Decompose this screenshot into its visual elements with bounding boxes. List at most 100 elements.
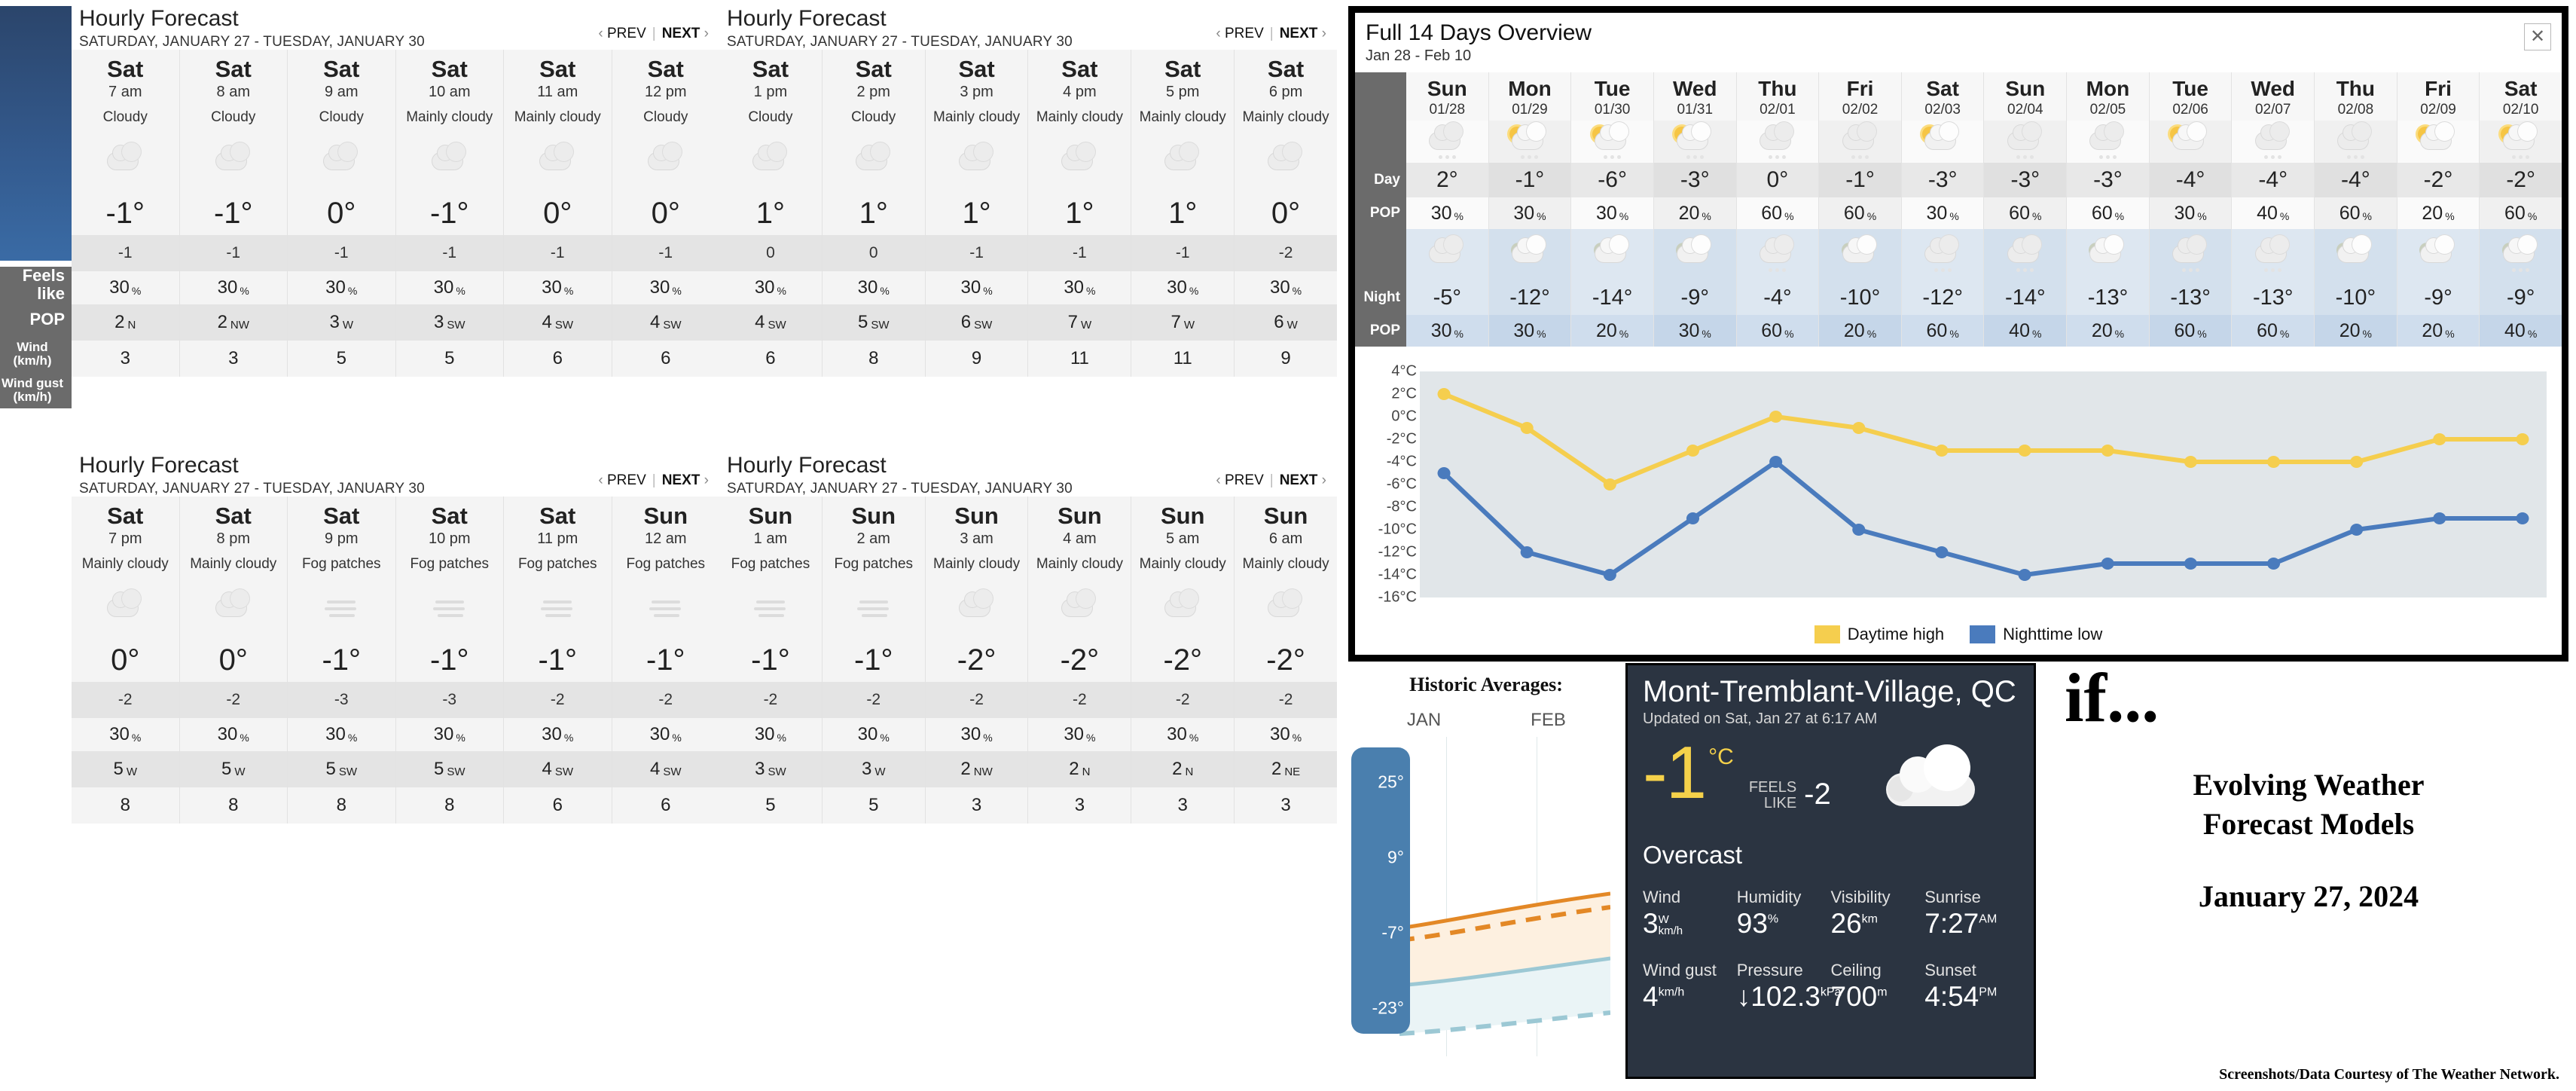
cloudy-snow-icon	[2087, 122, 2128, 159]
temperature-value: 0°	[504, 191, 612, 235]
hourly-column[interactable]: Sat 3 pm Mainly cloudy 1° -1 30% 6 SW 9	[924, 50, 1028, 377]
hourly-column[interactable]: Sat 12 pm Cloudy 0° -1 30% 4 SW 6	[611, 50, 719, 377]
next-button[interactable]: NEXT ›	[1280, 472, 1326, 488]
overview-day-column[interactable]: Wed 02/07 -4° 40% -13° 60%	[2231, 72, 2315, 347]
feels-like-value: -2	[822, 682, 925, 718]
condition-icon-cell	[925, 579, 1028, 638]
hourly-column[interactable]: Sat 6 pm Mainly cloudy 0° -2 30% 6 W 9	[1234, 50, 1337, 377]
hourly-column[interactable]: Sun 12 am Fog patches -1° -2 30% 4 SW 6	[611, 497, 719, 824]
temperature-value: 1°	[822, 191, 925, 235]
wind-value: 4 SW	[504, 751, 612, 787]
hourly-panel-nav: ‹ PREV | NEXT ›	[598, 472, 709, 488]
overview-day-column[interactable]: Mon 01/29 -1° 30% -12° 30%	[1488, 72, 1571, 347]
hour-label: 2 pm	[856, 84, 890, 100]
overview-day-date: 02/09	[2420, 102, 2456, 118]
hourly-row-labels-top: Feels like POP Wind (km/h) Wind gust (km/h)	[0, 267, 72, 408]
next-button[interactable]: NEXT ›	[662, 26, 709, 41]
hourly-column[interactable]: Sat 4 pm Mainly cloudy 1° -1 30% 7 W 11	[1027, 50, 1131, 377]
wind-value: 4 SW	[612, 751, 719, 787]
prev-button[interactable]: ‹ PREV	[598, 26, 646, 41]
day-name: Sat	[1267, 56, 1305, 82]
hourly-column[interactable]: Sat 9 pm Fog patches -1° -3 30% 5 SW 8	[287, 497, 395, 824]
hour-label: 4 pm	[1063, 84, 1097, 100]
wind-gust-value: 9	[925, 341, 1028, 377]
overview-day-column[interactable]: Thu 02/01 0° 60% -4° 60%	[1735, 72, 1819, 347]
cloudy-icon	[105, 589, 145, 624]
cloudy-icon	[1162, 589, 1203, 624]
hourly-forecast-panel: Hourly Forecast SATURDAY, JANUARY 27 - TU…	[72, 447, 719, 824]
pop-value: 30%	[72, 271, 179, 304]
feels-like-value: -1	[1028, 235, 1131, 271]
hourly-column[interactable]: Sat 11 pm Fog patches -1° -2 30% 4 SW 6	[503, 497, 612, 824]
overview-night-icon-cell	[2397, 229, 2480, 280]
next-button[interactable]: NEXT ›	[1280, 26, 1326, 41]
hourly-column[interactable]: Sun 5 am Mainly cloudy -2° -2 30% 2 N 3	[1131, 497, 1235, 824]
hour-header: Sun 6 am	[1235, 497, 1337, 549]
hourly-column[interactable]: Sat 7 pm Mainly cloudy 0° -2 30% 5 W 8	[72, 497, 179, 824]
overview-day-column[interactable]: Sun 02/04 -3° 60% -14° 40%	[1983, 72, 2067, 347]
hourly-column[interactable]: Sat 1 pm Cloudy 1° 0 30% 4 SW 6	[719, 50, 822, 377]
overview-day-column[interactable]: Sat 02/10 -2° 60% -9° 40%	[2479, 72, 2562, 347]
hour-label: 5 am	[1165, 530, 1200, 547]
overview-day-icon-cell	[2315, 121, 2397, 163]
hourly-column[interactable]: Sat 10 pm Fog patches -1° -3 30% 5 SW 8	[395, 497, 503, 824]
prev-button[interactable]: ‹ PREV	[598, 472, 646, 488]
cloudy-icon	[1265, 142, 1306, 177]
hourly-column[interactable]: Sun 4 am Mainly cloudy -2° -2 30% 2 N 3	[1027, 497, 1131, 824]
overview-day-column[interactable]: Fri 02/02 -1° 60% -10° 20%	[1818, 72, 1901, 347]
wind-gust-value: 9	[1235, 341, 1337, 377]
overview-day-column[interactable]: Tue 01/30 -6° 30% -14° 20%	[1570, 72, 1653, 347]
temperature-value: 1°	[925, 191, 1028, 235]
hourly-column[interactable]: Sun 2 am Fog patches -1° -2 30% 3 W 5	[821, 497, 925, 824]
feels-like-row-label: Feels like	[22, 266, 65, 303]
overview-day-column[interactable]: Fri 02/09 -2° 20% -9° 20%	[2396, 72, 2480, 347]
overview-day-column[interactable]: Mon 02/05 -3° 60% -13° 20%	[2066, 72, 2149, 347]
next-button[interactable]: NEXT ›	[662, 472, 709, 488]
overview-day-temp: -3°	[2067, 163, 2149, 197]
wind-value: 2 NW	[179, 304, 287, 341]
hourly-column[interactable]: Sat 10 am Mainly cloudy -1° -1 30% 3 SW 5	[395, 50, 503, 377]
hourly-column[interactable]: Sat 8 am Cloudy -1° -1 30% 2 NW 3	[179, 50, 287, 377]
overview-day-column[interactable]: Tue 02/06 -4° 30% -13° 60%	[2148, 72, 2232, 347]
temperature-value: 0°	[1235, 191, 1337, 235]
chart-y-tick: 4°C	[1391, 362, 1417, 380]
hourly-column[interactable]: Sun 6 am Mainly cloudy -2° -2 30% 2 NE 3	[1234, 497, 1337, 824]
condition-icon-cell	[72, 579, 179, 638]
hourly-column[interactable]: Sat 7 am Cloudy -1° -1 30% 2 N 3	[72, 50, 179, 377]
hourly-column[interactable]: Sat 5 pm Mainly cloudy 1° -1 30% 7 W 11	[1131, 50, 1235, 377]
feels-like-label-line2: LIKE	[1763, 795, 1797, 811]
temperature-value: 1°	[1131, 191, 1235, 235]
hourly-column[interactable]: Sat 2 pm Cloudy 1° 0 30% 5 SW 8	[821, 50, 925, 377]
historic-month-label: FEB	[1531, 710, 1566, 730]
temperature-value: 0°	[288, 191, 395, 235]
chart-y-tick: -10°C	[1378, 521, 1417, 538]
feels-like-value: -2	[1028, 682, 1131, 718]
hour-header: Sat 10 am	[395, 50, 503, 102]
hourly-column[interactable]: Sun 3 am Mainly cloudy -2° -2 30% 2 NW 3	[924, 497, 1028, 824]
hourly-column[interactable]: Sat 8 pm Mainly cloudy 0° -2 30% 5 W 8	[179, 497, 287, 824]
overview-day-column[interactable]: Wed 01/31 -3° 20% -9° 30%	[1653, 72, 1736, 347]
overview-day-column[interactable]: Sun 01/28 2° 30% -5° 30%	[1406, 72, 1488, 347]
hourly-column[interactable]: Sun 1 am Fog patches -1° -2 30% 3 SW 5	[719, 497, 822, 824]
overview-day-column[interactable]: Sat 02/03 -3° 30% -12° 60%	[1900, 72, 1984, 347]
detail-value: 3W km/h	[1643, 908, 1683, 939]
condition-icon-cell	[1131, 133, 1235, 191]
condition-text: Mainly cloudy	[504, 102, 612, 133]
hourly-column[interactable]: Sat 9 am Cloudy 0° -1 30% 3 W 5	[287, 50, 395, 377]
overview-night-temp: -13°	[2232, 280, 2315, 315]
close-icon[interactable]: ✕	[2524, 23, 2551, 50]
prev-button[interactable]: ‹ PREV	[1216, 472, 1263, 488]
wind-value: 2N	[72, 304, 179, 341]
temperature-value: -1°	[822, 638, 925, 682]
overview-day-temp: -4°	[2315, 163, 2397, 197]
feels-like-value: -2	[72, 682, 179, 718]
prev-button[interactable]: ‹ PREV	[1216, 26, 1263, 41]
overview-night-label: Night	[1363, 289, 1400, 305]
overview-day-icon-cell	[2149, 121, 2232, 163]
condition-icon-cell	[1235, 133, 1337, 191]
legend-swatch	[1970, 625, 1996, 643]
hourly-column[interactable]: Sat 11 am Mainly cloudy 0° -1 30% 4 SW 6	[503, 50, 612, 377]
pop-value: 30%	[612, 271, 719, 304]
overview-day-column[interactable]: Thu 02/08 -4° 60% -10° 20%	[2314, 72, 2397, 347]
hour-label: 7 pm	[108, 530, 142, 547]
